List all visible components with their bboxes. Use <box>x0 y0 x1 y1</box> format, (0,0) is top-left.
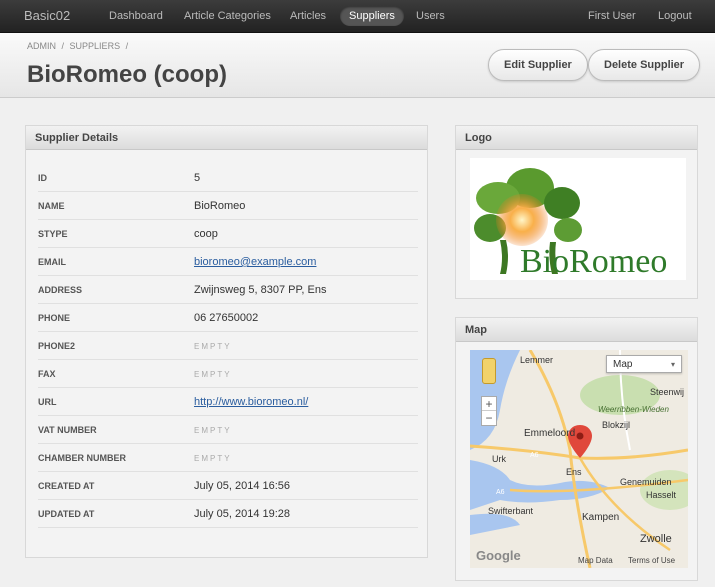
details-value-empty: EMPTY <box>194 342 232 351</box>
map-label-zwolle: Zwolle <box>640 533 672 545</box>
details-value-empty: EMPTY <box>194 370 232 379</box>
details-row-email: EMAIL bioromeo@example.com <box>38 248 418 276</box>
chevron-down-icon: ▾ <box>670 360 675 369</box>
map-label-lemmer: Lemmer <box>520 355 553 365</box>
nav-dashboard[interactable]: Dashboard <box>100 6 172 26</box>
logo-wordmark: BioRomeo <box>520 243 667 280</box>
zoom-out-button[interactable]: − <box>482 411 496 425</box>
map-label-genemuiden: Genemuiden <box>620 477 672 487</box>
breadcrumb-suppliers[interactable]: SUPPLIERS <box>70 41 121 51</box>
edit-supplier-button[interactable]: Edit Supplier <box>488 49 588 81</box>
map-label-swifterbant: Swifterbant <box>488 506 534 516</box>
breadcrumb: ADMIN / SUPPLIERS / <box>27 41 131 51</box>
map-label-ens: Ens <box>566 467 582 477</box>
supplier-map[interactable]: Lemmer Steenwij Weerribben-Wieden Blokzi… <box>470 350 688 568</box>
details-key: PHONE <box>38 313 71 323</box>
details-key: ADDRESS <box>38 285 83 295</box>
breadcrumb-separator: / <box>61 41 65 51</box>
details-row-stype: STYPE coop <box>38 220 418 248</box>
details-row-vat-number: VAT NUMBER EMPTY <box>38 416 418 444</box>
map-label-emmeloord: Emmeloord <box>524 428 575 439</box>
details-value: July 05, 2014 16:56 <box>194 480 291 492</box>
zoom-in-button[interactable]: + <box>482 397 496 411</box>
details-value-empty: EMPTY <box>194 454 232 463</box>
delete-supplier-button[interactable]: Delete Supplier <box>588 49 701 81</box>
details-row-phone: PHONE 06 27650002 <box>38 304 418 332</box>
details-key: ID <box>38 173 47 183</box>
details-value: Zwijnsweg 5, 8307 PP, Ens <box>194 284 327 296</box>
map-data-link[interactable]: Map Data <box>578 556 613 565</box>
supplier-details-title: Supplier Details <box>26 126 427 150</box>
details-key: NAME <box>38 201 65 211</box>
terms-of-use-link[interactable]: Terms of Use <box>628 556 676 565</box>
map-label-road-a6: A6 <box>530 452 539 459</box>
bioromeo-logo: BioRomeo <box>474 168 667 280</box>
top-navbar: Basic02 Dashboard Article Categories Art… <box>0 0 715 33</box>
logo-panel-title: Logo <box>456 126 697 150</box>
nav-user-menu[interactable]: First User <box>579 6 645 26</box>
details-row-chamber-number: CHAMBER NUMBER EMPTY <box>38 444 418 472</box>
breadcrumb-separator: / <box>125 41 129 51</box>
map-panel: Map Lemmer Steenwij Weerribben-Wieden Bl… <box>455 317 698 581</box>
supplier-logo-image: BioRomeo <box>470 158 686 280</box>
map-label-hasselt: Hasselt <box>646 490 677 500</box>
details-value: BioRomeo <box>194 200 246 212</box>
details-key: VAT NUMBER <box>38 425 97 435</box>
nav-articles[interactable]: Articles <box>281 6 335 26</box>
details-key: PHONE2 <box>38 341 76 351</box>
map-label-urk: Urk <box>492 454 506 464</box>
details-key: CHAMBER NUMBER <box>38 453 126 463</box>
nav-suppliers[interactable]: Suppliers <box>340 6 404 26</box>
nav-article-categories[interactable]: Article Categories <box>175 6 280 26</box>
nav-logout[interactable]: Logout <box>649 6 701 26</box>
map-canvas[interactable]: Lemmer Steenwij Weerribben-Wieden Blokzi… <box>470 350 688 568</box>
url-link[interactable]: http://www.bioromeo.nl/ <box>194 396 308 408</box>
details-value: coop <box>194 228 218 240</box>
details-row-fax: FAX EMPTY <box>38 360 418 388</box>
map-label-road-a6: A6 <box>496 489 505 496</box>
details-row-name: NAME BioRomeo <box>38 192 418 220</box>
details-value: 06 27650002 <box>194 312 259 324</box>
map-label-weerribben: Weerribben-Wieden <box>598 405 669 414</box>
logo-panel: Logo BioRomeo <box>455 125 698 299</box>
google-logo: Google <box>476 548 521 563</box>
details-row-address: ADDRESS Zwijnsweg 5, 8307 PP, Ens <box>38 276 418 304</box>
map-label-steenwijk: Steenwij <box>650 387 684 397</box>
details-key: EMAIL <box>38 257 66 267</box>
details-value-empty: EMPTY <box>194 426 232 435</box>
breadcrumb-admin[interactable]: ADMIN <box>27 41 56 51</box>
details-value: 5 <box>194 172 201 184</box>
details-row-created-at: CREATED AT July 05, 2014 16:56 <box>38 472 418 500</box>
details-row-url: URL http://www.bioromeo.nl/ <box>38 388 418 416</box>
map-type-value: Map <box>613 359 633 370</box>
details-key: URL <box>38 397 57 407</box>
map-label-kampen: Kampen <box>582 512 619 523</box>
brand-link[interactable]: Basic02 <box>24 8 70 23</box>
supplier-details-panel: Supplier Details ID 5 NAME BioRomeo STYP… <box>25 125 428 558</box>
details-key: STYPE <box>38 229 68 239</box>
street-view-pegman-icon[interactable] <box>482 358 496 384</box>
details-row-id: ID 5 <box>38 164 418 192</box>
details-row-updated-at: UPDATED AT July 05, 2014 19:28 <box>38 500 418 528</box>
map-type-select[interactable]: Map ▾ <box>606 355 682 373</box>
map-panel-title: Map <box>456 318 697 342</box>
details-row-phone2: PHONE2 EMPTY <box>38 332 418 360</box>
details-key: CREATED AT <box>38 481 95 491</box>
zoom-control: + − <box>481 396 497 426</box>
nav-users[interactable]: Users <box>407 6 454 26</box>
page-title: BioRomeo (coop) <box>27 61 227 88</box>
map-label-blokzijl: Blokzijl <box>602 420 630 430</box>
email-link[interactable]: bioromeo@example.com <box>194 256 316 268</box>
details-value: July 05, 2014 19:28 <box>194 508 291 520</box>
page-header: ADMIN / SUPPLIERS / BioRomeo (coop) Edit… <box>0 33 715 98</box>
details-key: UPDATED AT <box>38 509 95 519</box>
details-key: FAX <box>38 369 56 379</box>
